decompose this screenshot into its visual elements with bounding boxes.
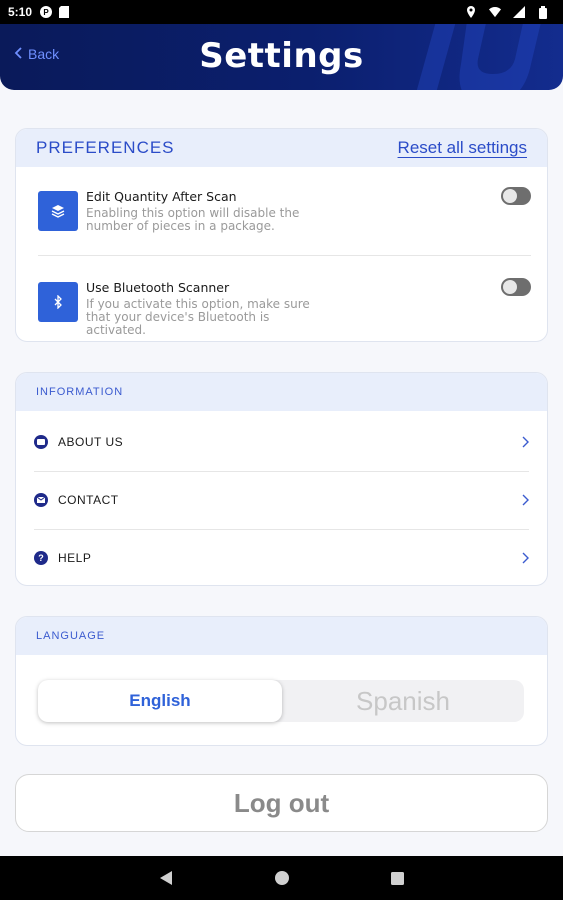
about-us-label: ABOUT US: [58, 435, 124, 449]
mail-icon: [34, 493, 48, 507]
help-item[interactable]: ? HELP: [34, 529, 529, 585]
bluetooth-scanner-toggle[interactable]: [501, 278, 531, 296]
sd-card-icon: [58, 6, 70, 18]
system-nav-bar: [0, 856, 563, 900]
language-header: LANGUAGE: [16, 617, 547, 655]
information-card: INFORMATION ABOUT US CONTACT ? HELP: [15, 372, 548, 586]
logout-button[interactable]: Log out: [15, 774, 548, 832]
toggle-knob: [503, 280, 517, 294]
app-notification-icon: P: [40, 6, 53, 18]
setting-title: Edit Quantity After Scan: [86, 189, 237, 204]
setting-title: Use Bluetooth Scanner: [86, 280, 230, 295]
contact-item[interactable]: CONTACT: [34, 471, 529, 529]
setting-description: If you activate this option, make sure t…: [86, 297, 310, 337]
app-header: Back Settings: [0, 24, 563, 90]
information-title: INFORMATION: [36, 386, 124, 398]
reset-settings-link[interactable]: Reset all settings: [398, 138, 527, 158]
status-time: 5:10: [8, 5, 33, 19]
battery-icon: [537, 5, 549, 19]
setting-description: Enabling this option will disable the nu…: [86, 206, 300, 233]
nav-recents-icon[interactable]: [390, 870, 406, 886]
preferences-title: PREFERENCES: [36, 138, 175, 157]
help-label: HELP: [58, 551, 92, 565]
language-title: LANGUAGE: [36, 630, 106, 642]
language-option-spanish[interactable]: Spanish: [282, 680, 524, 722]
language-card: LANGUAGE English Spanish: [15, 616, 548, 746]
preferences-card: PREFERENCES Reset all settings Edit Quan…: [15, 128, 548, 342]
toggle-knob: [503, 189, 517, 203]
chevron-right-icon: [522, 549, 529, 568]
location-icon: [465, 6, 477, 18]
language-option-english[interactable]: English: [38, 680, 282, 722]
language-selector: English Spanish: [38, 680, 524, 722]
bluetooth-icon: [38, 282, 78, 322]
information-header: INFORMATION: [16, 373, 547, 411]
status-bar: 5:10 P: [0, 0, 563, 24]
chevron-right-icon: [522, 491, 529, 510]
page-title: Settings: [199, 36, 364, 76]
contact-label: CONTACT: [58, 493, 119, 507]
about-icon: [34, 435, 48, 449]
signal-icon: [513, 6, 525, 18]
divider: [38, 255, 531, 256]
preferences-header: PREFERENCES Reset all settings: [16, 129, 547, 167]
edit-quantity-toggle[interactable]: [501, 187, 531, 205]
edit-quantity-setting: Edit Quantity After Scan Enabling this o…: [38, 187, 531, 261]
nav-home-icon[interactable]: [274, 870, 290, 886]
bluetooth-scanner-setting: Use Bluetooth Scanner If you activate th…: [38, 278, 531, 341]
layers-icon: [38, 191, 78, 231]
nav-back-icon[interactable]: [158, 870, 174, 886]
chevron-right-icon: [522, 433, 529, 452]
svg-text:P: P: [43, 8, 49, 17]
wifi-icon: [489, 6, 501, 18]
help-icon: ?: [34, 551, 48, 565]
about-us-item[interactable]: ABOUT US: [34, 413, 529, 471]
